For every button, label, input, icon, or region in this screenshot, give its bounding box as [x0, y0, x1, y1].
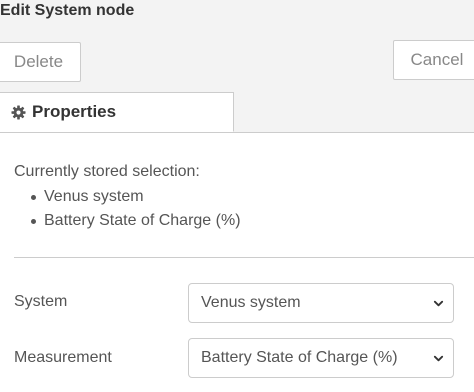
- gear-icon: [10, 104, 26, 120]
- tab-properties-label: Properties: [32, 102, 117, 121]
- delete-button[interactable]: Delete: [0, 42, 81, 82]
- tab-properties[interactable]: Properties: [0, 92, 234, 132]
- stored-selection-list: Venus system Battery State of Charge (%): [14, 187, 241, 235]
- chevron-down-icon: [433, 300, 444, 307]
- edit-node-dialog: Edit System node Delete Cancel Propertie…: [0, 0, 474, 392]
- measurement-select-value: Battery State of Charge (%): [201, 349, 398, 366]
- dialog-toolbar: Delete Cancel: [0, 30, 474, 92]
- measurement-select[interactable]: Battery State of Charge (%): [188, 338, 454, 378]
- title-bar: Edit System node: [0, 0, 474, 30]
- stored-selection-label: Currently stored selection:: [14, 163, 200, 180]
- stored-selection-item: Venus system: [14, 187, 241, 211]
- tab-bar: Properties: [0, 92, 474, 133]
- measurement-label: Measurement: [14, 349, 112, 366]
- cancel-button[interactable]: Cancel: [393, 40, 474, 80]
- system-label: System: [14, 293, 68, 310]
- dialog-title: Edit System node: [0, 2, 135, 19]
- system-select-value: Venus system: [201, 294, 301, 311]
- chevron-down-icon: [433, 355, 444, 362]
- stored-selection-item: Battery State of Charge (%): [14, 211, 241, 235]
- properties-panel: Currently stored selection: Venus system…: [0, 133, 474, 392]
- system-select[interactable]: Venus system: [188, 283, 454, 323]
- section-divider: [14, 257, 474, 258]
